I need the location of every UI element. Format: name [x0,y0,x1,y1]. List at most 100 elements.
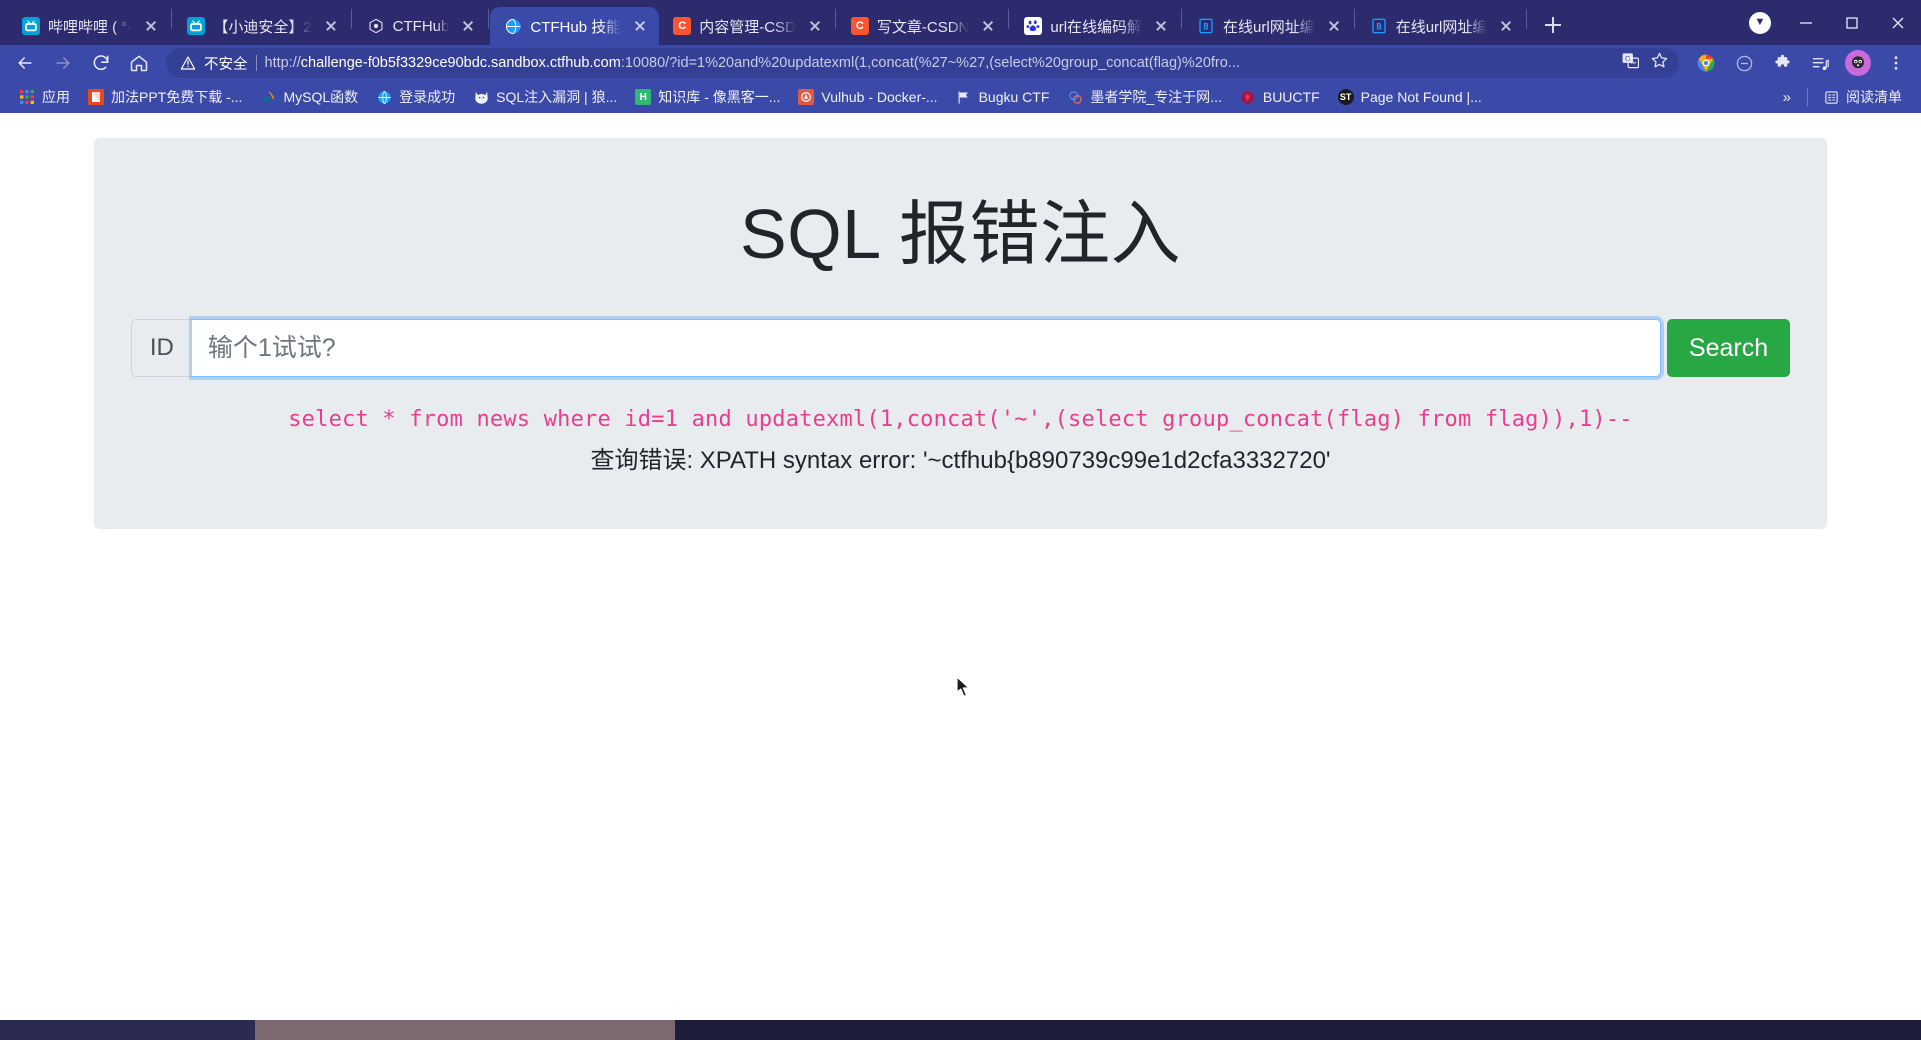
bookmark-item[interactable]: SQL注入漏洞 | 狼... [464,84,626,110]
id-input-group: ID [130,319,1661,377]
reading-list-icon [1823,89,1839,105]
bookmark-item[interactable]: Vulhub - Docker-... [789,84,946,110]
bejson-icon: B [1370,17,1388,35]
browser-tab[interactable]: B 在线url网址编 [1356,7,1526,45]
star-icon[interactable] [1650,51,1669,75]
close-icon[interactable] [1152,17,1170,35]
tab-title: 哔哩哔哩 ( °- [48,18,133,36]
chrome-logo-icon[interactable] [1689,48,1723,78]
bookmark-item[interactable]: 登录成功 [367,84,464,110]
id-label: ID [130,319,192,377]
close-icon[interactable] [1325,17,1343,35]
ppt-icon [88,89,104,105]
bookmark-item[interactable]: BUUCTF [1231,84,1329,110]
download-icon: ▼ [1749,11,1771,34]
bookmark-label: BUUCTF [1262,89,1320,105]
bookmark-label: MySQL函数 [283,89,359,105]
taskbar-left-region [0,1020,255,1040]
url-host: challenge-f0b5f3329ce90bdc.sandbox.ctfhu… [300,55,621,71]
query-error-text: 查询错误: XPATH syntax error: '~ctfhub{b8907… [590,447,1331,474]
os-taskbar [0,1020,1921,1040]
reading-list-label: 阅读清单 [1846,89,1902,105]
close-button[interactable] [1875,0,1921,45]
close-icon[interactable] [1497,17,1515,35]
close-icon[interactable] [142,17,160,35]
bookmark-item[interactable]: ST Page Not Found |... [1329,84,1491,110]
bookmark-label: Bugku CTF [978,89,1050,105]
back-button[interactable] [8,48,42,78]
close-icon[interactable] [322,17,340,35]
id-input[interactable] [191,319,1661,377]
bookmarks-overflow-button[interactable]: » [1773,89,1801,106]
puzzle-icon[interactable] [1765,48,1799,78]
browser-tab-active[interactable]: CTFHub 技能 [490,7,660,45]
avatar[interactable] [1841,48,1875,78]
browser-tab[interactable]: url在线编码解 [1010,7,1180,45]
tab-title: 写文章-CSDN [876,18,970,36]
browser-window: 哔哩哔哩 ( °- 【小迪安全】2 CTFHub CTFHub 技能 C 内容管… [0,0,1921,1040]
omnibox-divider [255,55,257,71]
browser-tab[interactable]: 【小迪安全】2 [173,7,349,45]
st-icon: ST [1337,89,1354,105]
maximize-button[interactable] [1829,0,1875,45]
bookmark-item[interactable]: MySQL函数 [251,84,367,110]
close-icon[interactable] [631,17,649,35]
new-tab-button[interactable] [1536,8,1570,42]
bookmark-label: 知识库 - 像黑客一... [658,89,781,105]
tab-divider [1353,8,1355,29]
browser-tab[interactable]: C 内容管理-CSD [659,7,834,45]
svg-text:B: B [1203,22,1208,32]
browser-tab[interactable]: CTFHub [353,7,488,45]
tab-title: url在线编码解 [1050,18,1143,36]
media-list-icon[interactable] [1803,48,1837,78]
url-scheme: http:// [264,55,301,71]
globe-icon [504,17,522,35]
search-form: ID Search [124,319,1797,377]
bookmark-item[interactable]: 墨者学院_专注于网... [1058,84,1230,110]
bookmark-label: SQL注入漏洞 | 狼... [496,89,618,105]
bookmark-label: 登录成功 [399,89,456,105]
minimize-button[interactable] [1783,0,1829,45]
mysql-icon [260,89,276,105]
address-bar[interactable]: 不安全 http://challenge-f0b5f3329ce90bdc.sa… [166,48,1679,78]
close-icon[interactable] [806,17,824,35]
reading-list-button[interactable]: 阅读清单 [1814,84,1911,110]
browser-tab[interactable]: C 写文章-CSDN [837,7,1008,45]
home-button[interactable] [122,48,156,78]
tab-strip: 哔哩哔哩 ( °- 【小迪安全】2 CTFHub CTFHub 技能 C 内容管… [0,0,1921,45]
search-button[interactable]: Search [1666,319,1791,377]
tab-title: CTFHub [392,17,450,35]
download-indicator[interactable]: ▼ [1737,0,1783,45]
omnibox-actions: G [1621,51,1669,75]
bookmark-label: Vulhub - Docker-... [821,89,938,105]
mozhe-icon [1067,89,1083,105]
apps-grid-icon [19,89,35,105]
browser-tab[interactable]: 哔哩哔哩 ( °- [8,7,170,45]
three-dot-menu-icon[interactable] [1879,48,1913,78]
window-controls: ▼ [1737,0,1921,45]
page-title: SQL 报错注入 [740,195,1181,273]
not-secure-warning-icon [180,55,196,71]
bilibili-icon [187,17,206,35]
tab-divider [350,8,352,29]
bookmark-apps[interactable]: 应用 [10,84,79,110]
bookmark-item[interactable]: 加法PPT免费下载 -... [79,84,251,110]
tab-title: 内容管理-CSD [699,18,796,36]
h-icon: H [635,89,652,105]
buuctf-icon [1240,89,1256,105]
block-icon[interactable] [1727,48,1761,78]
csdn-icon: C [850,17,869,35]
close-icon[interactable] [979,17,997,35]
tab-divider [1008,8,1010,29]
translate-icon[interactable]: G [1621,51,1640,75]
close-icon[interactable] [459,17,477,35]
svg-text:B: B [1376,22,1381,32]
tab-divider [1181,8,1183,29]
forward-button[interactable] [46,48,80,78]
page-viewport: SQL 报错注入 ID Search select * from news wh… [0,126,1921,1020]
bookmark-item[interactable]: H 知识库 - 像黑客一... [626,84,789,110]
tab-divider [488,8,490,29]
bookmark-item[interactable]: Bugku CTF [947,84,1059,110]
reload-button[interactable] [84,48,118,78]
browser-tab[interactable]: B 在线url网址编 [1183,7,1353,45]
